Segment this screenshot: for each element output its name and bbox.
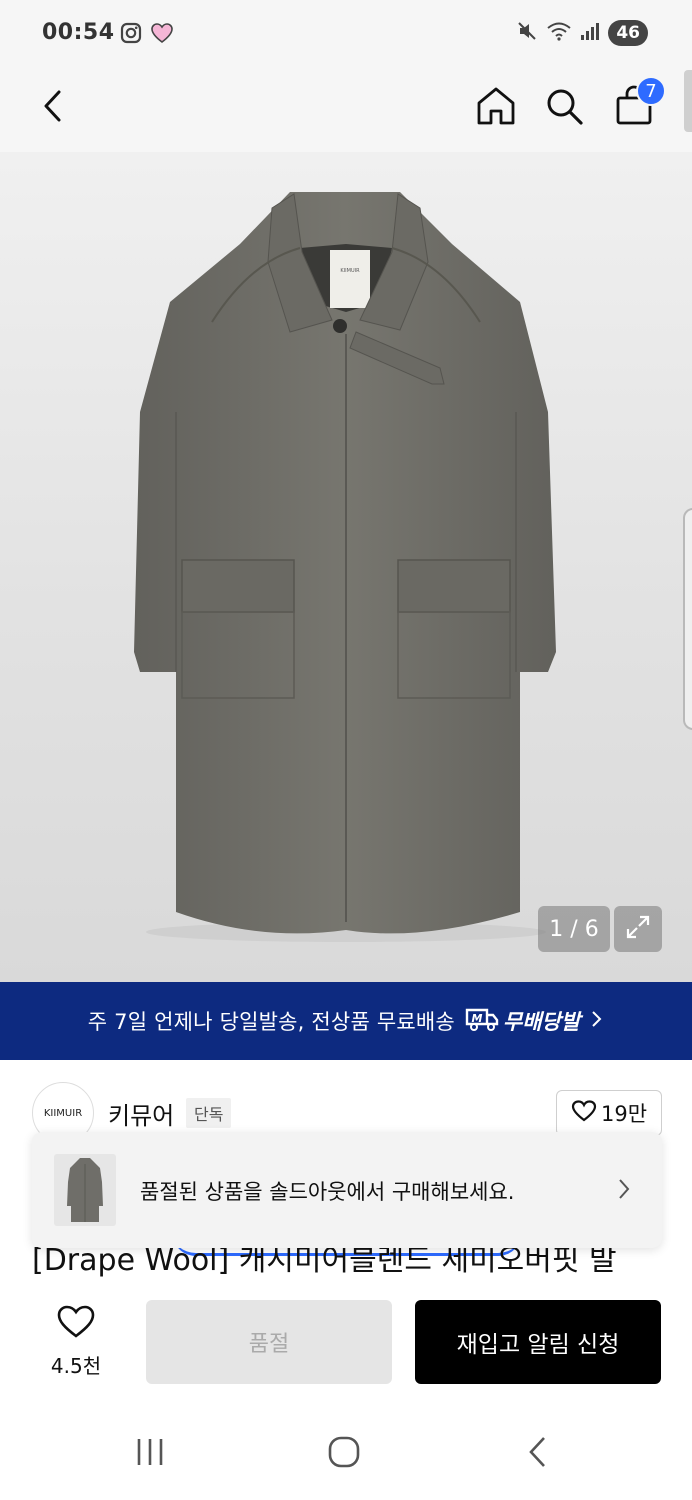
recent-apps-icon: [133, 1437, 167, 1471]
side-panel-handle[interactable]: [683, 508, 692, 730]
brand-like-count: 19만: [600, 1102, 648, 1126]
soldout-popup-text: 품절된 상품을 솔드아웃에서 구매해보세요.: [140, 1180, 515, 1204]
back-button[interactable]: [24, 78, 84, 138]
coat-image: KIIMUIR: [134, 192, 556, 942]
search-button[interactable]: [534, 78, 594, 138]
restock-alert-button[interactable]: 재입고 알림 신청: [415, 1300, 661, 1384]
status-bar: 00:54 46: [0, 0, 692, 64]
wishlist-count: 4.5천: [50, 1354, 102, 1378]
back-system-button[interactable]: [508, 1432, 568, 1476]
shipping-banner[interactable]: 주 7일 언제나 당일발송, 전상품 무료배송 M 무배당발: [0, 982, 692, 1060]
bottom-action-bar: 4.5천 품절 재입고 알림 신청: [0, 1278, 692, 1408]
delivery-brand-label: 무배당발: [502, 1010, 581, 1034]
product-image-gallery[interactable]: KIIMUIR: [0, 152, 692, 982]
battery-indicator: 46: [608, 20, 648, 46]
cart-count-badge: 7: [636, 76, 666, 106]
mute-icon: [516, 20, 538, 46]
instagram-icon: [120, 22, 142, 48]
expand-icon: [624, 913, 652, 945]
truck-icon: M: [465, 1006, 499, 1037]
heart-outline-icon: [571, 1099, 597, 1128]
back-arrow-icon: [526, 1435, 550, 1473]
image-counter: 1 / 6: [538, 906, 610, 952]
status-right-icons: 46: [516, 20, 648, 46]
soldout-button[interactable]: 품절: [146, 1300, 392, 1384]
brand-like-button[interactable]: 19만: [556, 1090, 662, 1136]
wifi-icon: [546, 20, 572, 46]
wishlist-button[interactable]: 4.5천: [36, 1300, 116, 1380]
search-icon: [543, 85, 585, 131]
recent-apps-button[interactable]: [120, 1432, 180, 1476]
top-navigation: 7: [0, 64, 692, 152]
status-time: 00:54: [42, 20, 115, 45]
heart-icon: [56, 1304, 96, 1344]
home-button[interactable]: [466, 78, 526, 138]
cart-button[interactable]: 7: [604, 76, 666, 138]
home-system-button[interactable]: [314, 1432, 374, 1476]
chevron-right-icon: [616, 1176, 632, 1206]
expand-image-button[interactable]: [614, 906, 662, 952]
page-scroll-indicator: [684, 70, 692, 132]
system-navigation-bar: [0, 1408, 692, 1500]
soldout-popup[interactable]: 품절된 상품을 솔드아웃에서 구매해보세요.: [32, 1132, 662, 1248]
popup-product-thumbnail: [54, 1154, 116, 1226]
signal-icon: [580, 20, 600, 46]
shipping-banner-text: 주 7일 언제나 당일발송, 전상품 무료배송: [87, 1010, 455, 1034]
exclusive-tag: 단독: [186, 1098, 232, 1128]
status-left-icons: [120, 22, 174, 48]
svg-text:M: M: [471, 1012, 482, 1025]
home-icon: [475, 85, 517, 131]
delivery-brand: M 무배당발: [465, 1006, 580, 1037]
coat-label-text: KIIMUIR: [340, 268, 360, 274]
home-circle-icon: [327, 1435, 361, 1473]
back-icon: [39, 89, 69, 127]
chevron-right-icon: [590, 1009, 604, 1033]
brand-name[interactable]: 키뮤어: [108, 1096, 174, 1131]
heart-icon: [150, 22, 174, 48]
